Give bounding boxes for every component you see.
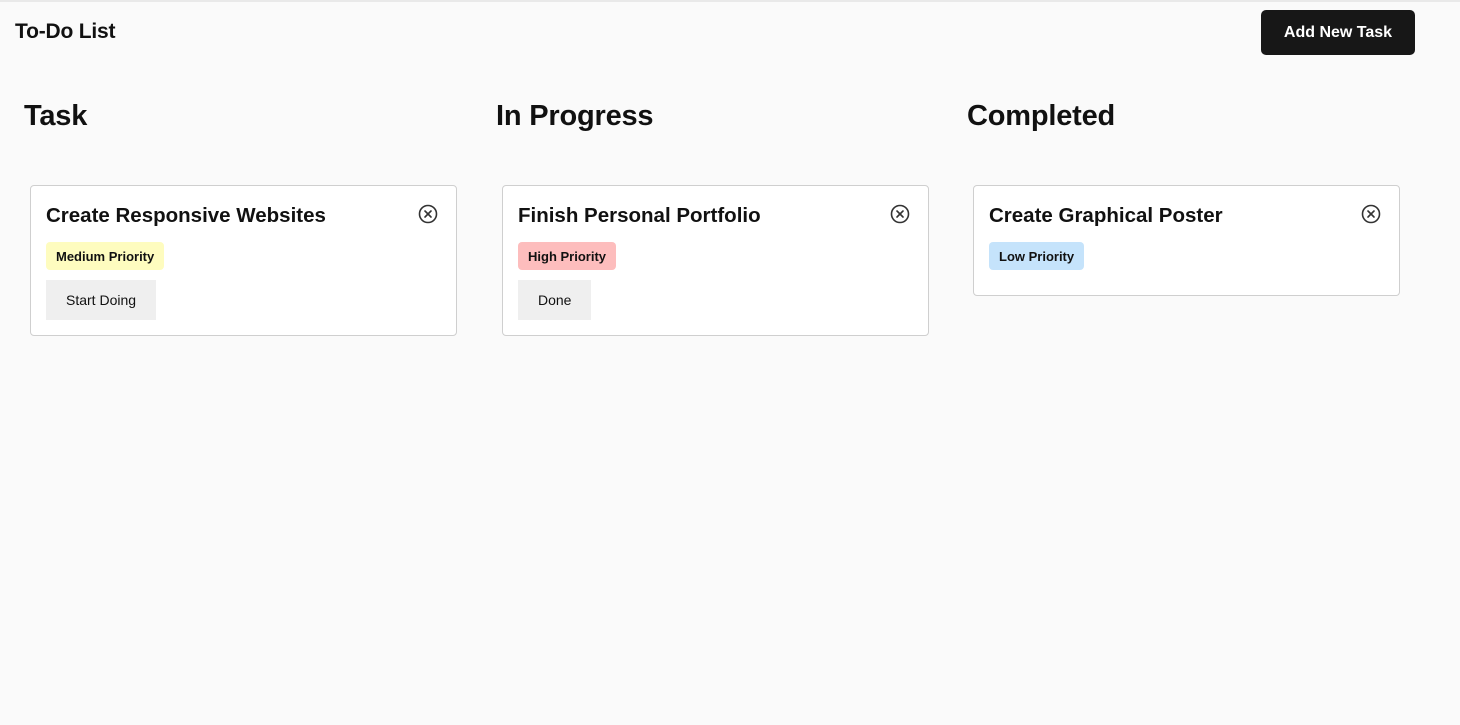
column-heading: Task bbox=[24, 100, 88, 132]
task-title: Create Responsive Websites bbox=[46, 204, 326, 227]
task-card: Create Graphical Poster Low Priority bbox=[973, 185, 1400, 296]
done-button[interactable]: Done bbox=[518, 280, 592, 320]
start-doing-button[interactable]: Start Doing bbox=[46, 280, 157, 320]
priority-badge: Low Priority bbox=[989, 242, 1085, 270]
task-card: Create Responsive Websites Medium Priori… bbox=[30, 185, 457, 336]
column-heading: In Progress bbox=[496, 100, 654, 132]
circle-x-icon[interactable] bbox=[890, 204, 910, 224]
priority-badge: High Priority bbox=[518, 242, 617, 270]
circle-x-icon[interactable] bbox=[1361, 204, 1381, 224]
column-heading: Completed bbox=[967, 100, 1116, 132]
task-title: Create Graphical Poster bbox=[989, 204, 1223, 227]
task-title: Finish Personal Portfolio bbox=[518, 204, 761, 227]
column-task: Task Create Responsive Websites Medium P… bbox=[0, 0, 457, 725]
task-card: Finish Personal Portfolio High Priority … bbox=[502, 185, 929, 336]
circle-x-icon[interactable] bbox=[418, 204, 438, 224]
column-in-progress: In Progress Finish Personal Portfolio Hi… bbox=[472, 0, 929, 725]
priority-badge: Medium Priority bbox=[46, 242, 165, 270]
column-completed: Completed Create Graphical Poster Low Pr… bbox=[943, 0, 1400, 725]
